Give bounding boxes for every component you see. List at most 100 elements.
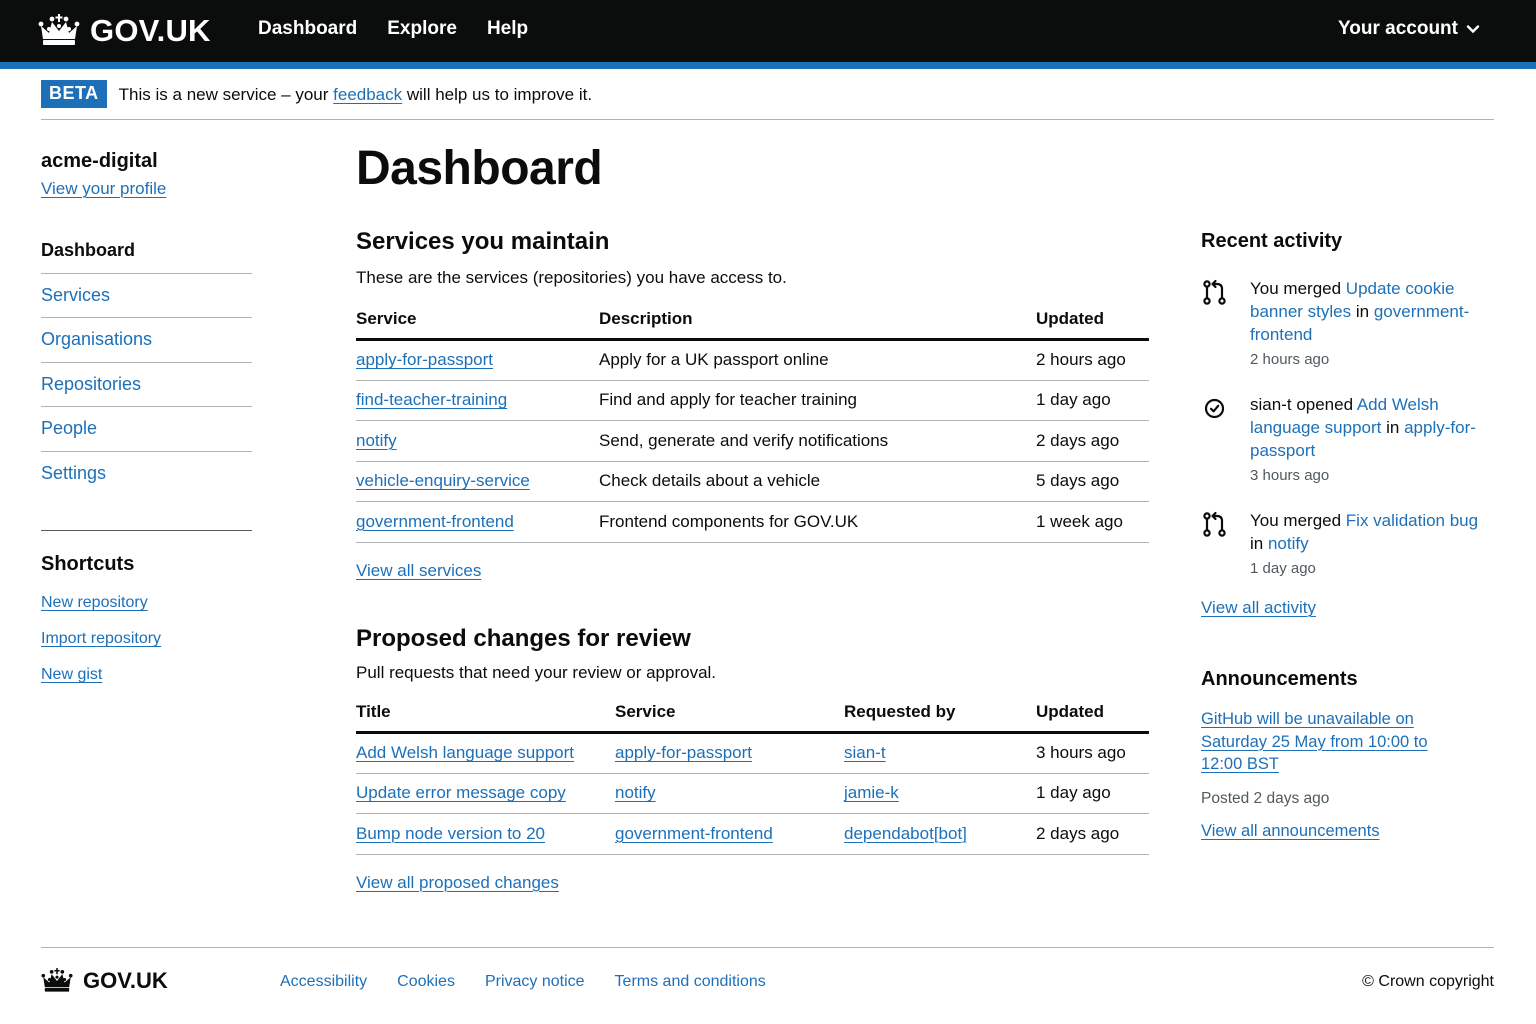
service-description: Check details about a vehicle xyxy=(599,461,1036,503)
activity-repo-link[interactable]: notify xyxy=(1268,534,1309,553)
service-link[interactable]: notify xyxy=(615,783,656,802)
pull-request-link[interactable]: Update error message copy xyxy=(356,783,566,802)
crown-icon xyxy=(41,968,73,992)
footer-link-terms[interactable]: Terms and conditions xyxy=(615,973,766,991)
service-link[interactable]: apply-for-passport xyxy=(356,350,493,369)
view-profile-link[interactable]: View your profile xyxy=(41,179,166,199)
requester-link[interactable]: sian-t xyxy=(844,743,886,762)
sidebar-item-dashboard[interactable]: Dashboard xyxy=(41,229,252,274)
site-header: GOV.UK Dashboard Explore Help Your accou… xyxy=(0,0,1536,62)
footer-links: Accessibility Cookies Privacy notice Ter… xyxy=(280,973,766,991)
pull-request-link[interactable]: Add Welsh language support xyxy=(356,743,574,762)
sidebar-item-repositories[interactable]: Repositories xyxy=(41,363,252,407)
proposed-changes-table: Title Service Requested by Updated Add W… xyxy=(356,692,1149,855)
service-link[interactable]: vehicle-enquiry-service xyxy=(356,471,530,490)
feedback-link[interactable]: feedback xyxy=(333,85,402,104)
pull-request-updated: 3 hours ago xyxy=(1036,732,1149,774)
proposed-description: Pull requests that need your review or a… xyxy=(356,662,717,682)
service-link[interactable]: government-frontend xyxy=(356,512,514,531)
activity-item: You merged Fix validation bug in notify … xyxy=(1201,509,1494,580)
activity-pr-link[interactable]: Fix validation bug xyxy=(1346,511,1478,530)
main-nav: Dashboard Explore Help xyxy=(258,18,528,40)
activity-item: You merged Update cookie banner styles i… xyxy=(1201,277,1494,371)
activity-item: sian-t opened Add Welsh language support… xyxy=(1201,393,1494,487)
announcements-title: Announcements xyxy=(1201,668,1358,690)
sidebar-item-organisations[interactable]: Organisations xyxy=(41,318,252,363)
column-header-updated: Updated xyxy=(1036,692,1149,735)
table-row: Update error message copy notify jamie-k… xyxy=(356,773,1149,815)
pull-request-opened-icon xyxy=(1204,398,1225,419)
pull-request-link[interactable]: Bump node version to 20 xyxy=(356,824,545,843)
announcement-posted: Posted 2 days ago xyxy=(1201,789,1330,807)
service-updated: 2 days ago xyxy=(1036,420,1149,462)
new-repository-link[interactable]: New repository xyxy=(41,594,252,612)
merge-icon xyxy=(1203,279,1226,305)
recent-activity-title: Recent activity xyxy=(1201,230,1343,252)
proposed-section-title: Proposed changes for review xyxy=(356,624,691,652)
pull-request-updated: 1 day ago xyxy=(1036,773,1149,815)
sidebar-item-services[interactable]: Services xyxy=(41,274,252,318)
main-content: Dashboard Services you maintain These ar… xyxy=(356,140,1149,893)
service-updated: 2 hours ago xyxy=(1036,339,1149,381)
chevron-down-icon xyxy=(1466,25,1480,34)
activity-text: You merged Fix validation bug in notify … xyxy=(1250,509,1494,580)
shortcuts-title: Shortcuts xyxy=(41,553,135,575)
beta-text: This is a new service – your feedback wi… xyxy=(118,85,593,104)
sidebar-item-people[interactable]: People xyxy=(41,407,252,452)
table-row: Add Welsh language support apply-for-pas… xyxy=(356,732,1149,774)
new-gist-link[interactable]: New gist xyxy=(41,666,252,684)
right-column: Recent activity You merged Update cookie… xyxy=(1201,230,1494,841)
sidebar-nav: Dashboard Services Organisations Reposit… xyxy=(41,229,252,496)
view-all-activity-link[interactable]: View all activity xyxy=(1201,598,1316,618)
activity-text: You merged Update cookie banner styles i… xyxy=(1250,277,1494,371)
sidebar: acme-digital View your profile Dashboard… xyxy=(41,150,252,684)
view-all-proposed-changes-link[interactable]: View all proposed changes xyxy=(356,873,559,893)
column-header-service: Service xyxy=(356,299,599,342)
table-row: find-teacher-training Find and apply for… xyxy=(356,380,1149,422)
requester-link[interactable]: dependabot[bot] xyxy=(844,824,967,843)
announcement-link[interactable]: GitHub will be unavailable on Saturday 2… xyxy=(1201,708,1441,776)
nav-explore[interactable]: Explore xyxy=(387,18,457,40)
services-description: These are the services (repositories) yo… xyxy=(356,267,787,287)
pull-request-updated: 2 days ago xyxy=(1036,813,1149,855)
service-link[interactable]: find-teacher-training xyxy=(356,390,507,409)
service-link[interactable]: apply-for-passport xyxy=(615,743,752,762)
footer-link-accessibility[interactable]: Accessibility xyxy=(280,973,367,991)
footer-link-privacy-notice[interactable]: Privacy notice xyxy=(485,973,585,991)
sidebar-item-settings[interactable]: Settings xyxy=(41,452,252,497)
account-menu-button[interactable]: Your account xyxy=(1338,18,1480,40)
table-row: Bump node version to 20 government-front… xyxy=(356,813,1149,855)
service-link[interactable]: government-frontend xyxy=(615,824,773,843)
footer-logo[interactable]: GOV.UK xyxy=(41,968,168,994)
account-label: Your account xyxy=(1338,18,1458,39)
org-name: acme-digital xyxy=(41,150,158,172)
service-description: Find and apply for teacher training xyxy=(599,380,1036,422)
govuk-logo[interactable]: GOV.UK xyxy=(38,12,211,50)
site-footer: GOV.UK Accessibility Cookies Privacy not… xyxy=(41,947,1494,1024)
footer-link-cookies[interactable]: Cookies xyxy=(397,973,455,991)
page-title: Dashboard xyxy=(356,142,603,195)
header-accent-bar xyxy=(0,62,1536,69)
column-header-service: Service xyxy=(615,692,844,735)
column-header-description: Description xyxy=(599,299,1036,342)
beta-banner: BETA This is a new service – your feedba… xyxy=(41,80,1494,120)
view-all-announcements-link[interactable]: View all announcements xyxy=(1201,822,1380,841)
service-description: Apply for a UK passport online xyxy=(599,339,1036,381)
view-all-services-link[interactable]: View all services xyxy=(356,561,481,581)
import-repository-link[interactable]: Import repository xyxy=(41,630,252,648)
activity-text: sian-t opened Add Welsh language support… xyxy=(1250,393,1494,487)
beta-tag: BETA xyxy=(41,80,107,108)
service-description: Send, generate and verify notifications xyxy=(599,420,1036,462)
crown-copyright: © Crown copyright xyxy=(1362,973,1494,990)
nav-help[interactable]: Help xyxy=(487,18,528,40)
nav-dashboard[interactable]: Dashboard xyxy=(258,18,357,40)
footer-logo-text: GOV.UK xyxy=(83,968,168,993)
column-header-updated: Updated xyxy=(1036,299,1149,342)
service-updated: 1 week ago xyxy=(1036,501,1149,543)
services-section-title: Services you maintain xyxy=(356,227,610,255)
service-link[interactable]: notify xyxy=(356,431,397,450)
table-row: notify Send, generate and verify notific… xyxy=(356,420,1149,462)
requester-link[interactable]: jamie-k xyxy=(844,783,899,802)
column-header-requested-by: Requested by xyxy=(844,692,1036,735)
table-row: government-frontend Frontend components … xyxy=(356,501,1149,543)
